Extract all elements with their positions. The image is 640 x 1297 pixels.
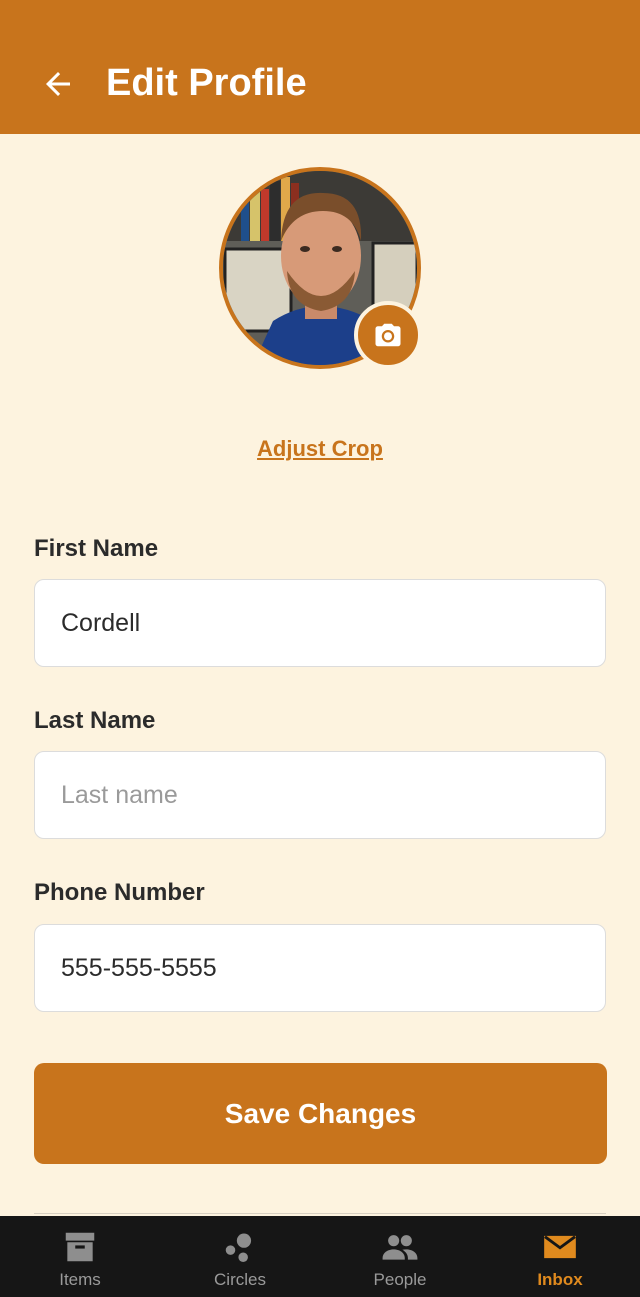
archive-box-icon xyxy=(65,1232,95,1262)
arrow-left-icon xyxy=(46,72,70,96)
page-title: Edit Profile xyxy=(106,62,307,104)
change-photo-button[interactable] xyxy=(354,301,422,369)
phone-number-input[interactable] xyxy=(34,924,606,1012)
nav-label-items: Items xyxy=(59,1270,101,1289)
camera-icon xyxy=(375,323,401,347)
last-name-label: Last Name xyxy=(34,707,156,734)
phone-number-label: Phone Number xyxy=(34,879,205,906)
nav-item-inbox[interactable]: Inbox xyxy=(480,1216,640,1297)
nav-item-people[interactable]: People xyxy=(320,1216,480,1297)
divider xyxy=(34,1213,606,1214)
nav-item-items[interactable]: Items xyxy=(0,1216,160,1297)
first-name-input[interactable] xyxy=(34,579,606,667)
avatar-container xyxy=(219,167,422,369)
circles-icon xyxy=(225,1233,252,1263)
save-changes-button[interactable]: Save Changes xyxy=(34,1063,607,1164)
app-bar: Edit Profile xyxy=(0,0,640,134)
nav-label-circles: Circles xyxy=(214,1270,266,1289)
back-button[interactable] xyxy=(36,62,80,106)
bottom-nav: Items Circles People Inbox xyxy=(0,1216,640,1297)
first-name-label: First Name xyxy=(34,535,159,562)
envelope-icon xyxy=(544,1235,576,1259)
nav-item-circles[interactable]: Circles xyxy=(160,1216,320,1297)
last-name-input[interactable] xyxy=(34,751,606,839)
people-icon xyxy=(382,1235,418,1260)
nav-label-people: People xyxy=(373,1270,427,1289)
adjust-crop-link[interactable]: Adjust Crop xyxy=(0,436,640,462)
nav-label-inbox: Inbox xyxy=(537,1270,583,1289)
